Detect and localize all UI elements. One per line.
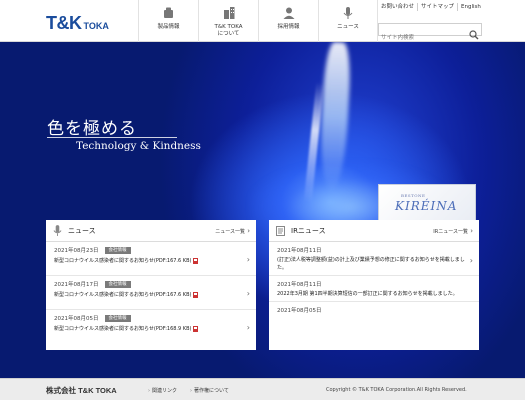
logo-main-text: T&K: [46, 13, 82, 33]
kireina-small-text: BESTONE: [401, 193, 426, 198]
news-meta: 2021年08月17日 会社情報: [54, 280, 248, 288]
microphone-icon: [342, 6, 354, 20]
news-title-text: 新型コロナウイルス感染者に関するお知らせ(PDF:167.6 KB): [54, 292, 192, 298]
nav-item-products[interactable]: 製品情報: [138, 0, 198, 42]
news-item[interactable]: 2021年08月17日 会社情報 新型コロナウイルス感染者に関するお知らせ(PD…: [46, 276, 256, 310]
news-title-text: 新型コロナウイルス感染者に関するお知らせ(PDF:167.6 KB): [54, 258, 192, 264]
news-date: 2021年08月05日: [54, 316, 99, 322]
hero-title: 色を極める: [47, 119, 137, 139]
ir-news-item[interactable]: 2021年08月11日 2022年3月期 第1四半期決算短信の一部訂正に関するお…: [269, 276, 479, 302]
chevron-right-icon: ›: [246, 255, 250, 264]
news-panel-header: ニュース ニュース一覧: [46, 220, 256, 242]
chevron-right-icon: ›: [246, 323, 250, 332]
copyright-policy-link[interactable]: 著作権について: [190, 387, 229, 394]
news-meta: 2021年08月23日 会社情報: [54, 246, 248, 254]
news-title-text: 新型コロナウイルス感染者に関するお知らせ(PDF:168.9 KB): [54, 326, 192, 332]
pdf-icon: [193, 325, 199, 332]
nav-item-recruit[interactable]: 採用情報: [258, 0, 318, 42]
chevron-right-icon: ›: [246, 289, 250, 298]
ir-panel-header: IRニュース IRニュース一覧: [269, 220, 479, 242]
product-icon: [163, 6, 175, 20]
contact-link[interactable]: お問い合わせ: [378, 3, 419, 11]
ir-panel-title: IRニュース: [291, 226, 326, 235]
category-badge: 会社情報: [104, 280, 131, 288]
news-date: 2021年08月23日: [54, 248, 99, 254]
category-badge: 会社情報: [104, 246, 131, 254]
utility-links: お問い合わせ サイトマップ English: [378, 3, 484, 11]
kireina-main-text: KIRÉINA: [395, 199, 458, 213]
pdf-icon: [193, 291, 199, 298]
ir-news-item[interactable]: 2021年08月11日 (訂正)法人税等調整額(益)の計上及び業績予想の修正に関…: [269, 242, 479, 276]
ir-news-panel: IRニュース IRニュース一覧 2021年08月11日 (訂正)法人税等調整額(…: [269, 220, 479, 350]
english-link[interactable]: English: [458, 3, 484, 11]
nav-item-news[interactable]: ニュース: [318, 0, 378, 42]
news-item[interactable]: 2021年08月23日 会社情報 新型コロナウイルス感染者に関するお知らせ(PD…: [46, 242, 256, 276]
ir-date: 2021年08月05日: [277, 308, 322, 314]
ir-chart-icon: [275, 225, 285, 237]
nav-item-about[interactable]: T&K TOKA について: [198, 0, 258, 42]
news-title: 新型コロナウイルス感染者に関するお知らせ(PDF:168.9 KB): [54, 325, 248, 332]
site-footer: 株式会社 T&K TOKA 関連リンク 著作権について Copyright © …: [0, 378, 525, 400]
global-nav: 製品情報 T&K TOKA について 採用情報 ニュース: [138, 0, 378, 42]
news-panel: ニュース ニュース一覧 2021年08月23日 会社情報 新型コロナウイルス感染…: [46, 220, 256, 350]
person-icon: [283, 6, 295, 20]
nav-label-products: 製品情報: [157, 24, 180, 30]
related-links-link[interactable]: 関連リンク: [148, 387, 177, 394]
logo-sub-text: TOKA: [83, 21, 109, 31]
microphone-icon: [52, 224, 62, 237]
ir-date: 2021年08月11日: [277, 248, 322, 254]
ir-news-item[interactable]: 2021年08月05日: [269, 302, 479, 317]
news-item[interactable]: 2021年08月05日 会社情報 新型コロナウイルス感染者に関するお知らせ(PD…: [46, 310, 256, 344]
site-search: [378, 23, 482, 44]
news-meta: 2021年08月05日 会社情報: [54, 314, 248, 322]
ir-text: 2022年3月期 第1四半期決算短信の一部訂正に関するお知らせを掲載しました。: [277, 291, 458, 297]
pdf-icon: [193, 257, 199, 264]
news-panel-title: ニュース: [68, 226, 96, 235]
copyright-text: Copyright © T&K TOKA Corporation.All Rig…: [326, 387, 467, 393]
ir-list-link[interactable]: IRニュース一覧: [433, 227, 473, 235]
nav-label-about: T&K TOKA について: [214, 24, 243, 37]
tk-toka-logo[interactable]: T&K TOKA: [46, 12, 109, 32]
hero-subtitle: Technology & Kindness: [76, 140, 201, 152]
search-icon[interactable]: [469, 25, 479, 40]
news-date: 2021年08月17日: [54, 282, 99, 288]
hero-divider: [47, 137, 177, 138]
ir-text: (訂正)法人税等調整額(益)の計上及び業績予想の修正に関するお知らせを掲載しまし…: [277, 257, 465, 271]
ir-date: 2021年08月11日: [277, 282, 322, 288]
category-badge: 会社情報: [104, 314, 131, 322]
news-title: 新型コロナウイルス感染者に関するお知らせ(PDF:167.6 KB): [54, 257, 248, 264]
nav-label-news: ニュース: [337, 24, 359, 30]
sitemap-link[interactable]: サイトマップ: [418, 3, 459, 11]
nav-label-recruit: 採用情報: [277, 24, 300, 30]
site-header: T&K TOKA 製品情報 T&K TOKA について 採用情報 ニュース お問…: [0, 0, 525, 44]
footer-company-name: 株式会社 T&K TOKA: [46, 386, 117, 395]
news-list-link[interactable]: ニュース一覧: [215, 227, 250, 235]
chevron-right-icon: ›: [469, 256, 473, 265]
news-title: 新型コロナウイルス感染者に関するお知らせ(PDF:167.6 KB): [54, 291, 248, 298]
building-icon: [223, 6, 235, 20]
